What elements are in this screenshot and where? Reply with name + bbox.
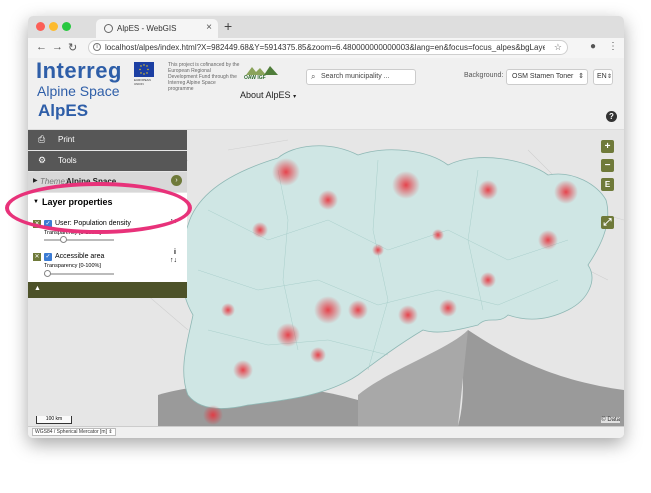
url-text: localhost/alpes/index.html?X=982449.68&Y… — [105, 43, 545, 52]
transparency-slider[interactable] — [44, 270, 114, 277]
scale-bar: 100 km — [36, 416, 72, 424]
background-select[interactable]: OSM Stamen Toner ⇕ — [506, 69, 588, 85]
search-placeholder: Search municipality ... — [321, 73, 390, 80]
select-arrows-icon: ⇕ — [607, 74, 613, 80]
tools-button[interactable]: ⚙ Tools — [28, 151, 187, 171]
help-button[interactable]: ? — [606, 111, 617, 122]
eu-flag-icon — [134, 62, 154, 77]
background-label: Background: — [464, 72, 504, 79]
cofinance-description: This project is cofinanced by the Europe… — [168, 62, 240, 92]
tab-title: AlpES - WebGIS — [117, 24, 177, 33]
language-select[interactable]: EN ⇕ — [593, 69, 613, 85]
scale-label: 100 km — [45, 416, 63, 422]
fullscreen-button[interactable]: ⤢ — [601, 216, 614, 229]
status-bar: WGS84 / Spherical Mercator [m] ⇕ — [28, 426, 624, 438]
collapse-panel-button[interactable]: ▲ — [28, 282, 187, 298]
search-icon: ⌕ — [311, 72, 316, 81]
select-arrows-icon: ⇕ — [578, 73, 584, 80]
search-input[interactable]: ⌕ Search municipality ... — [306, 69, 416, 85]
caret-right-icon: ▶ — [33, 178, 38, 184]
zoom-out-button[interactable]: − — [601, 159, 614, 172]
about-menu[interactable]: About AlpES ▾ — [240, 90, 296, 100]
transparency-label: Transparency [0-100%] — [44, 263, 101, 269]
new-tab-button[interactable]: + — [224, 18, 232, 34]
browser-tab-bar: AlpES - WebGIS × + — [28, 16, 624, 38]
bookmark-star-icon[interactable]: ☆ — [554, 42, 562, 53]
layer-visibility-checkbox[interactable]: ✓ — [44, 253, 52, 261]
app-header: Interreg Alpine Space AlpES EUROPEAN UNI… — [28, 58, 624, 130]
zoom-in-button[interactable]: + — [601, 140, 614, 153]
info-icon[interactable]: i — [93, 43, 101, 51]
gears-icon: ⚙ — [38, 155, 47, 165]
back-arrow-icon[interactable]: ← — [36, 41, 47, 53]
highlight-ellipse — [5, 182, 192, 234]
menu-dots-icon[interactable]: ⋮ — [608, 41, 618, 52]
partner-logo-text: OAW IGF — [244, 75, 266, 81]
alpine-space-logo: Alpine Space — [37, 83, 120, 99]
map-attribution: © Data — [601, 417, 620, 423]
print-button[interactable]: ⎙ Print — [28, 130, 187, 150]
slider-handle[interactable] — [60, 236, 67, 243]
chevron-right-icon[interactable]: › — [171, 175, 182, 186]
print-label: Print — [58, 135, 75, 144]
globe-icon — [104, 24, 113, 33]
slider-handle[interactable] — [44, 270, 51, 277]
language-value: EN — [597, 73, 607, 80]
projection-value: WGS84 / Spherical Mercator [m] — [35, 429, 107, 435]
layer-name: Accessible area — [55, 253, 105, 260]
browser-toolbar: ← → ↻ i localhost/alpes/index.html?X=982… — [28, 38, 624, 59]
maximize-window-button[interactable] — [62, 22, 71, 31]
close-window-button[interactable] — [36, 22, 45, 31]
alpes-logo: AlpES — [38, 101, 89, 120]
printer-icon: ⎙ — [38, 134, 46, 144]
layer-reorder-arrows-icon[interactable]: ↑↓ — [170, 257, 177, 264]
projection-select[interactable]: WGS84 / Spherical Mercator [m] ⇕ — [32, 428, 116, 436]
address-bar[interactable]: i localhost/alpes/index.html?X=982449.68… — [88, 40, 568, 55]
partner-logo: OAW IGF — [244, 63, 280, 81]
browser-tab[interactable]: AlpES - WebGIS × — [96, 19, 218, 38]
transparency-slider[interactable] — [44, 236, 114, 243]
tab-close-button[interactable]: × — [206, 22, 212, 33]
background-value: OSM Stamen Toner — [512, 73, 574, 80]
eu-caption: EUROPEAN UNION — [134, 78, 151, 86]
tools-label: Tools — [58, 156, 77, 165]
remove-layer-button[interactable]: ✕ — [33, 253, 41, 261]
interreg-logo[interactable]: Interreg — [36, 58, 122, 84]
caret-down-icon: ▾ — [293, 94, 297, 100]
reload-icon[interactable]: ↻ — [68, 41, 77, 54]
caret-up-icon: ▲ — [34, 285, 41, 292]
minimize-window-button[interactable] — [49, 22, 58, 31]
forward-arrow-icon[interactable]: → — [52, 41, 63, 53]
zoom-extent-button[interactable]: E — [601, 178, 614, 191]
profile-icon[interactable]: ● — [590, 41, 596, 52]
info-icon[interactable]: i — [174, 249, 176, 256]
about-menu-label: About AlpES — [240, 90, 291, 100]
